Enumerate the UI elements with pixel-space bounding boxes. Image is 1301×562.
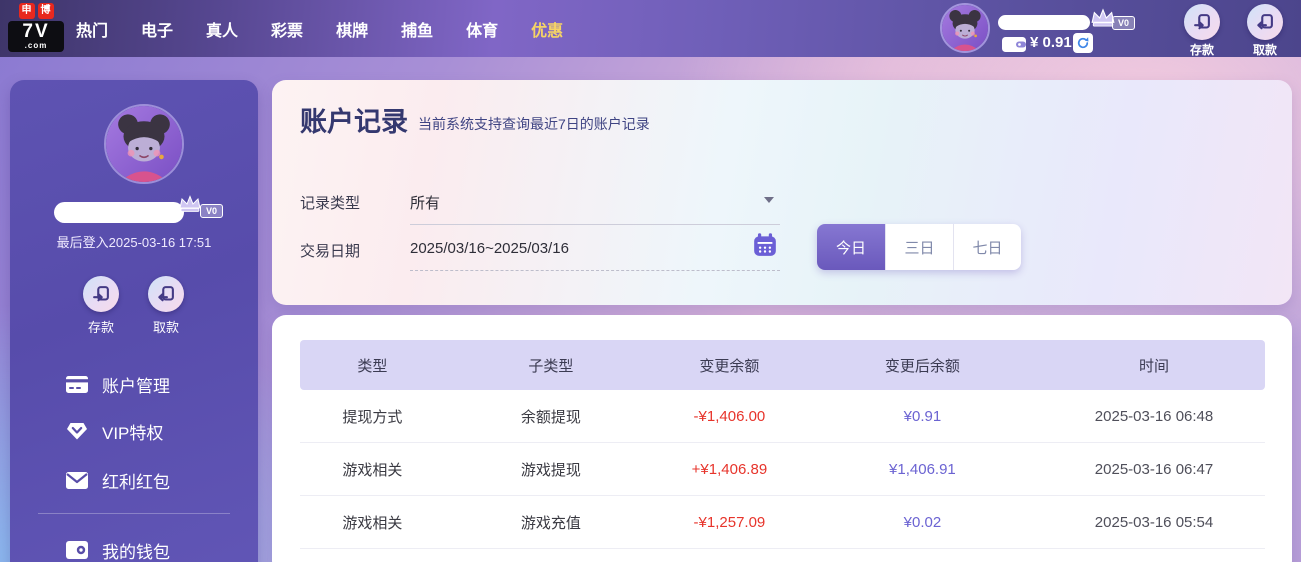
sidebar-item-bonus-redpacket[interactable]: 红利红包 <box>10 464 258 496</box>
vip-gem-icon <box>67 423 87 440</box>
brand-badge-left: 申 <box>18 3 35 19</box>
cell-after-balance: ¥1,406.91 <box>889 460 956 478</box>
deposit-icon <box>93 286 109 302</box>
date-range-field[interactable]: 2025/03/16~2025/03/16 <box>410 240 569 257</box>
deposit-icon <box>1194 14 1210 30</box>
cell-after-balance: ¥0.91 <box>903 407 942 425</box>
cell-type: 游戏相关 <box>342 461 403 479</box>
col-header-after-balance: 变更后余额 <box>884 357 960 375</box>
refresh-balance-button[interactable] <box>1073 33 1093 53</box>
cell-type: 提现方式 <box>342 408 403 426</box>
cell-change-amount: -¥1,406.00 <box>693 407 766 425</box>
withdraw-button-top[interactable] <box>1247 4 1283 40</box>
col-header-time: 时间 <box>1139 357 1170 375</box>
sidebar-item-label: 红利红包 <box>102 472 170 492</box>
cell-change-amount: +¥1,406.89 <box>691 460 768 478</box>
withdraw-icon <box>1257 14 1273 30</box>
brand-badge-right: 博 <box>37 3 54 19</box>
sidebar-item-account-management[interactable]: 账户管理 <box>10 368 258 400</box>
sidebar-item-label: VIP特权 <box>102 423 164 443</box>
last-login-text: 最后登入2025-03-16 17:51 <box>56 235 212 250</box>
cell-time: 2025-03-16 06:48 <box>1094 407 1214 425</box>
page-title: 账户记录 <box>300 107 408 137</box>
page-subtitle: 当前系统支持查询最近7日的账户记录 <box>418 116 650 132</box>
table-row: 游戏相关 游戏提现 +¥1,406.89 ¥1,406.91 2025-03-1… <box>300 443 1265 496</box>
refresh-icon <box>1077 37 1089 49</box>
deposit-button-sidebar[interactable] <box>83 276 119 312</box>
cell-type: 游戏相关 <box>342 514 403 532</box>
account-records-filter-panel: 账户记录 当前系统支持查询最近7日的账户记录 记录类型 所有 交易日期 2025… <box>272 80 1292 305</box>
withdraw-label-top[interactable]: 取款 <box>1245 41 1285 58</box>
record-type-underline <box>410 224 780 225</box>
table-row: 游戏相关 游戏充值 -¥1,257.09 ¥0.02 2025-03-16 05… <box>300 496 1265 549</box>
cell-after-balance: ¥0.02 <box>903 513 942 531</box>
col-header-subtype: 子类型 <box>528 357 574 375</box>
brand-logo[interactable]: 申 博 7V .com <box>8 3 64 52</box>
nav-item-promos[interactable]: 优惠 <box>531 17 563 41</box>
withdraw-label-sidebar[interactable]: 取款 <box>148 317 184 336</box>
withdraw-icon <box>158 286 174 302</box>
avatar-girl-illustration <box>106 106 182 182</box>
wallet-balance-icon <box>1002 37 1026 52</box>
withdraw-button-sidebar[interactable] <box>148 276 184 312</box>
deposit-label-top[interactable]: 存款 <box>1182 41 1222 58</box>
cell-time: 2025-03-16 06:47 <box>1094 460 1214 478</box>
table-row: 提现方式 余额提现 -¥1,406.00 ¥0.91 2025-03-16 06… <box>300 390 1265 443</box>
nav-item-fishing[interactable]: 捕鱼 <box>401 17 433 41</box>
nav-item-sports[interactable]: 体育 <box>466 17 498 41</box>
red-packet-icon <box>66 471 88 489</box>
nav-item-slots[interactable]: 电子 <box>141 17 173 41</box>
range-button-7days[interactable]: 七日 <box>953 224 1021 270</box>
sidebar-item-vip-privileges[interactable]: VIP特权 <box>10 415 258 447</box>
chevron-down-icon[interactable] <box>764 197 774 203</box>
sidebar-item-label: 我的钱包 <box>102 542 170 562</box>
vip-level-badge: V0 <box>200 204 224 218</box>
deposit-label-sidebar[interactable]: 存款 <box>83 317 119 336</box>
deposit-button-top[interactable] <box>1184 4 1220 40</box>
cell-subtype: 游戏充值 <box>520 514 581 532</box>
username-redacted <box>998 15 1090 30</box>
brand-wordmark: 7V .com <box>8 21 64 52</box>
nav-item-live[interactable]: 真人 <box>206 17 238 41</box>
table-header-row: 类型 子类型 变更余额 变更后余额 时间 <box>300 340 1265 390</box>
vip-level-badge: V0 <box>1112 16 1136 30</box>
transaction-date-label: 交易日期 <box>300 243 361 260</box>
records-table-panel: 类型 子类型 变更余额 变更后余额 时间 提现方式 余额提现 -¥1,406.0… <box>272 315 1292 562</box>
sidebar-item-my-wallet[interactable]: 我的钱包 <box>10 534 258 562</box>
col-header-change: 变更余额 <box>699 357 760 375</box>
top-navbar: 申 博 7V .com 热门 电子 真人 彩票 棋牌 捕鱼 体育 优惠 V0 ¥… <box>0 0 1301 57</box>
date-range-button-group: 今日 三日 七日 <box>817 224 1021 270</box>
cell-change-amount: -¥1,257.09 <box>693 513 766 531</box>
range-button-today[interactable]: 今日 <box>817 224 885 270</box>
wallet-icon <box>66 541 88 559</box>
main-nav: 热门 电子 真人 彩票 棋牌 捕鱼 体育 优惠 <box>76 0 563 57</box>
cell-subtype: 余额提现 <box>520 408 581 426</box>
nav-item-lottery[interactable]: 彩票 <box>271 17 303 41</box>
avatar[interactable] <box>940 3 990 53</box>
nav-item-cards[interactable]: 棋牌 <box>336 17 368 41</box>
cell-subtype: 游戏提现 <box>520 461 581 479</box>
cell-time: 2025-03-16 05:54 <box>1094 513 1214 531</box>
date-underline <box>410 270 780 271</box>
bank-card-icon <box>66 375 88 393</box>
record-type-label: 记录类型 <box>300 195 361 212</box>
record-type-select[interactable]: 所有 <box>410 192 440 213</box>
avatar-girl-illustration <box>942 5 988 51</box>
col-header-type: 类型 <box>357 357 388 375</box>
calendar-icon[interactable] <box>752 232 778 258</box>
username-redacted <box>54 202 184 223</box>
range-button-3days[interactable]: 三日 <box>885 224 953 270</box>
sidebar-avatar <box>104 104 184 184</box>
vip-crown-icon <box>179 195 201 212</box>
sidebar-item-label: 账户管理 <box>102 376 170 396</box>
sidebar-divider <box>38 513 230 514</box>
page-title-row: 账户记录 当前系统支持查询最近7日的账户记录 <box>300 100 650 139</box>
balance-amount: ¥ 0.91 <box>1030 34 1072 51</box>
nav-item-hot[interactable]: 热门 <box>76 17 108 41</box>
user-sidebar: V0 最后登入2025-03-16 17:51 存款 取款 账户管理 VIP特权 <box>10 80 258 562</box>
